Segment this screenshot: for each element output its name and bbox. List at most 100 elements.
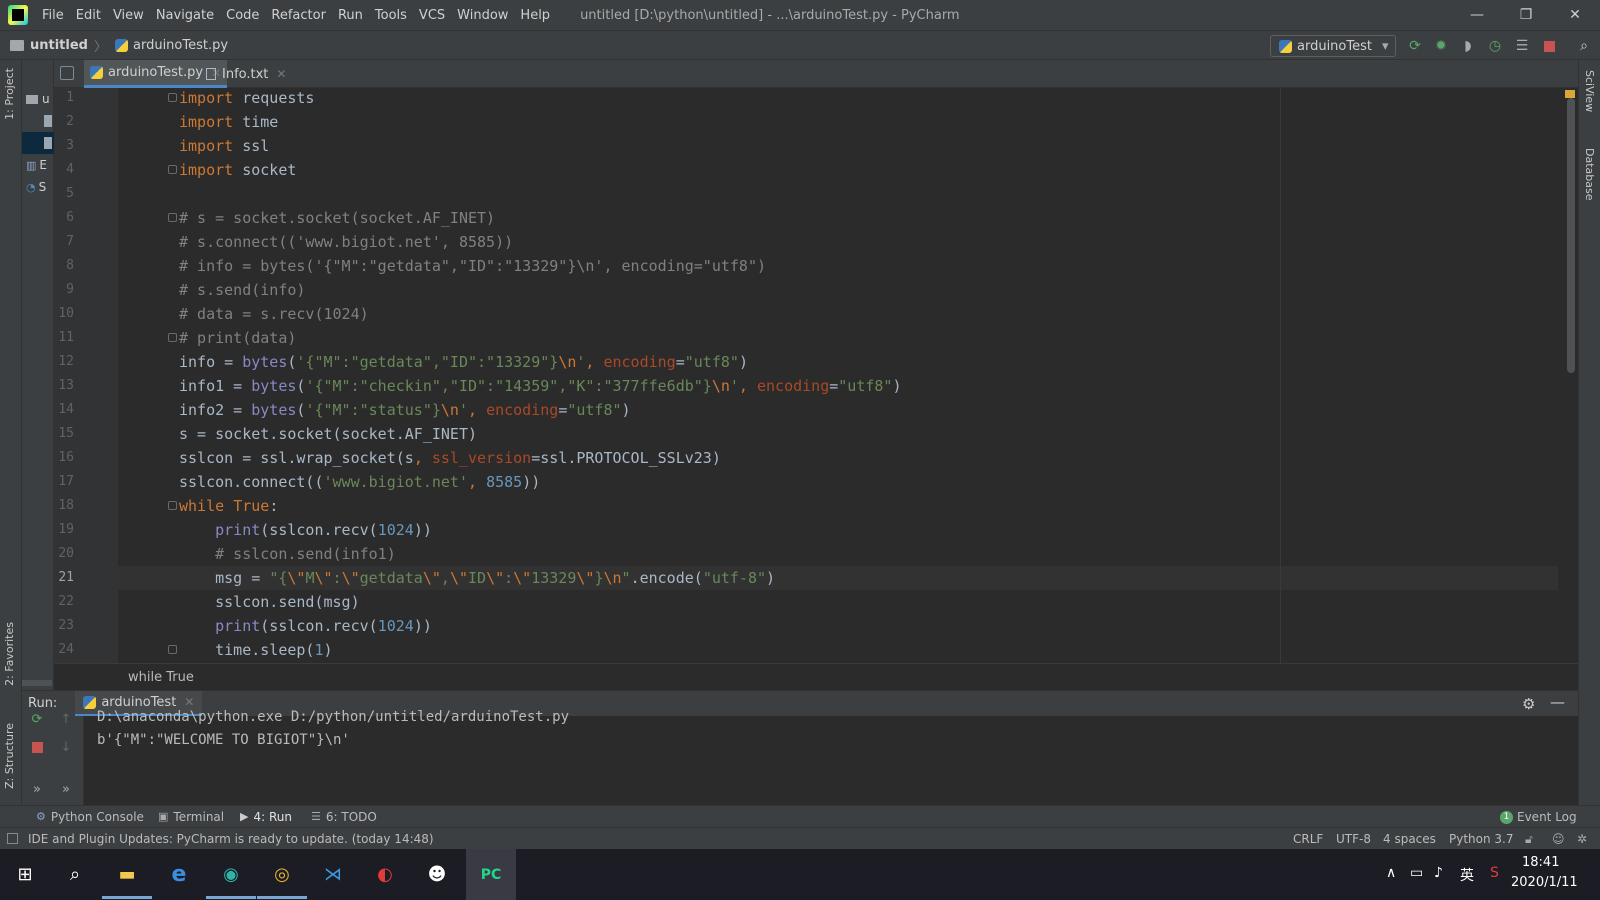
menu-run[interactable]: Run (332, 8, 369, 23)
project-horizontal-scrollbar[interactable] (22, 680, 52, 686)
status-message[interactable]: IDE and Plugin Updates: PyCharm is ready… (28, 828, 434, 850)
code-line[interactable]: # s.connect(('www.bigiot.net', 8585)) (118, 230, 1558, 254)
line-number[interactable]: 21 (54, 566, 118, 590)
interpreter-indicator[interactable]: Python 3.7 (1449, 828, 1514, 850)
code-line[interactable] (118, 182, 1558, 206)
line-number[interactable]: 16 (54, 446, 118, 470)
debug-icon[interactable]: ✹ (1432, 37, 1450, 55)
line-number[interactable]: 20 (54, 542, 118, 566)
scratches-item[interactable]: ◔ S (22, 176, 54, 198)
project-root-item[interactable]: u (22, 88, 54, 110)
tool-tab-todo[interactable]: ☰ 6: TODO (311, 806, 377, 828)
line-number[interactable]: 14 (54, 398, 118, 422)
battery-icon[interactable]: ▭ (1410, 865, 1423, 881)
editor-vertical-scrollbar[interactable] (1567, 98, 1575, 373)
line-number[interactable]: 18 (54, 494, 118, 518)
fold-icon[interactable] (168, 501, 177, 510)
code-line[interactable]: info1 = bytes('{"M":"checkin","ID":"1435… (118, 374, 1558, 398)
volume-icon[interactable]: ♪ (1434, 865, 1443, 881)
indent-indicator[interactable]: 4 spaces (1383, 828, 1436, 850)
minimize-button[interactable]: — (1454, 0, 1500, 30)
code-line[interactable]: while True: (118, 494, 1558, 518)
code-line[interactable]: # s.send(info) (118, 278, 1558, 302)
profile-icon[interactable]: ◷ (1486, 37, 1504, 55)
project-file-item-selected[interactable] (22, 132, 54, 154)
project-file-item[interactable] (22, 110, 54, 132)
chevron-up-icon[interactable]: ∧ (1386, 865, 1396, 881)
tool-window-project[interactable]: 1: Project (3, 68, 16, 120)
line-number[interactable]: 17 (54, 470, 118, 494)
pycharm-taskbar-icon[interactable]: PC (466, 849, 516, 900)
code-line[interactable]: info = bytes('{"M":"getdata","ID":"13329… (118, 350, 1558, 374)
rerun-icon[interactable]: ⟳ (1406, 37, 1424, 55)
tool-tab-python-console[interactable]: ⚙ Python Console (36, 806, 144, 828)
sogou-ime-icon[interactable]: S (1490, 865, 1499, 881)
fold-icon[interactable] (168, 165, 177, 174)
close-icon[interactable]: ✕ (184, 695, 194, 709)
code-line[interactable]: msg = "{\"M\":\"getdata\",\"ID\":\"13329… (118, 566, 1558, 590)
code-line[interactable]: sslcon.send(msg) (118, 590, 1558, 614)
minimize-panel-icon[interactable]: — (1550, 693, 1565, 711)
expand-icon[interactable]: » (28, 780, 46, 798)
arrow-down-icon[interactable]: ↓ (57, 738, 75, 756)
fold-icon[interactable] (168, 333, 177, 342)
tool-window-database[interactable]: Database (1583, 148, 1596, 201)
toggle-tool-windows-icon[interactable] (7, 833, 18, 844)
chrome-icon[interactable]: ◎ (257, 857, 307, 899)
stop-icon[interactable] (1540, 37, 1558, 55)
edge-beta-icon[interactable]: ◉ (206, 857, 256, 899)
concurrency-icon[interactable]: ☰ (1513, 37, 1531, 55)
code-line[interactable]: # sslcon.send(info1) (118, 542, 1558, 566)
line-number[interactable]: 9 (54, 278, 118, 302)
line-separator-indicator[interactable]: CRLF (1293, 828, 1323, 850)
line-number[interactable]: 23 (54, 614, 118, 638)
line-number[interactable]: 10 (54, 302, 118, 326)
line-number[interactable]: 6 (54, 206, 118, 230)
menu-file[interactable]: File (36, 8, 70, 23)
qq-icon[interactable]: ☻ (420, 857, 454, 891)
line-number[interactable]: 8 (54, 254, 118, 278)
run-configuration-select[interactable]: arduinoTest ▾ (1270, 35, 1396, 57)
rerun-icon[interactable]: ⟳ (28, 710, 46, 728)
code-line[interactable]: time.sleep(1) (118, 638, 1558, 662)
close-button[interactable]: ✕ (1552, 0, 1598, 30)
editor-breadcrumb[interactable]: while True (54, 663, 1578, 690)
clock-date[interactable]: 2020/1/11 (1511, 875, 1578, 890)
line-number[interactable]: 19 (54, 518, 118, 542)
tool-window-favorites[interactable]: 2: Favorites (3, 622, 16, 686)
line-number[interactable]: 2 (54, 110, 118, 134)
breadcrumb-file[interactable]: arduinoTest.py (107, 38, 228, 53)
code-line[interactable]: sslcon.connect(('www.bigiot.net', 8585)) (118, 470, 1558, 494)
code-area[interactable]: import requests import time import ssl impo… (118, 88, 1558, 663)
tool-window-structure[interactable]: Z: Structure (3, 723, 16, 789)
line-number[interactable]: 22 (54, 590, 118, 614)
code-line[interactable]: print(sslcon.recv(1024)) (118, 518, 1558, 542)
clock-time[interactable]: 18:41 (1522, 855, 1559, 870)
menu-window[interactable]: Window (451, 8, 514, 23)
external-libraries-item[interactable]: ▥ E (22, 154, 54, 176)
line-number[interactable]: 5 (54, 182, 118, 206)
line-number[interactable]: 11 (54, 326, 118, 350)
line-number[interactable]: 15 (54, 422, 118, 446)
code-line[interactable]: # s = socket.socket(socket.AF_INET) (118, 206, 1558, 230)
stop-icon[interactable] (28, 738, 46, 756)
code-line[interactable]: print(sslcon.recv(1024)) (118, 614, 1558, 638)
netease-music-icon[interactable]: ◐ (368, 857, 402, 891)
line-number[interactable]: 3 (54, 134, 118, 158)
code-line[interactable]: s = socket.socket(socket.AF_INET) (118, 422, 1558, 446)
code-line[interactable]: # data = s.recv(1024) (118, 302, 1558, 326)
menu-navigate[interactable]: Navigate (150, 8, 220, 23)
line-number[interactable]: 4 (54, 158, 118, 182)
menu-code[interactable]: Code (220, 8, 265, 23)
code-line[interactable]: # info = bytes('{"M":"getdata","ID":"133… (118, 254, 1558, 278)
menu-edit[interactable]: Edit (70, 8, 107, 23)
vscode-icon[interactable]: ⋊ (316, 857, 350, 891)
code-editor[interactable]: 1 2 3 4 5 6 7 8 9 10 11 12 13 14 15 16 17 18 19 20 21 22 23 24 … (54, 88, 1578, 663)
menu-help[interactable]: Help (514, 8, 556, 23)
code-line[interactable]: import requests (118, 88, 1558, 110)
inspector-icon[interactable]: ☺ (1552, 828, 1565, 850)
close-icon[interactable]: ✕ (276, 67, 286, 81)
fold-icon[interactable] (168, 645, 177, 654)
search-icon[interactable]: ⌕ (58, 857, 92, 891)
edge-browser-icon[interactable]: e (162, 857, 196, 891)
